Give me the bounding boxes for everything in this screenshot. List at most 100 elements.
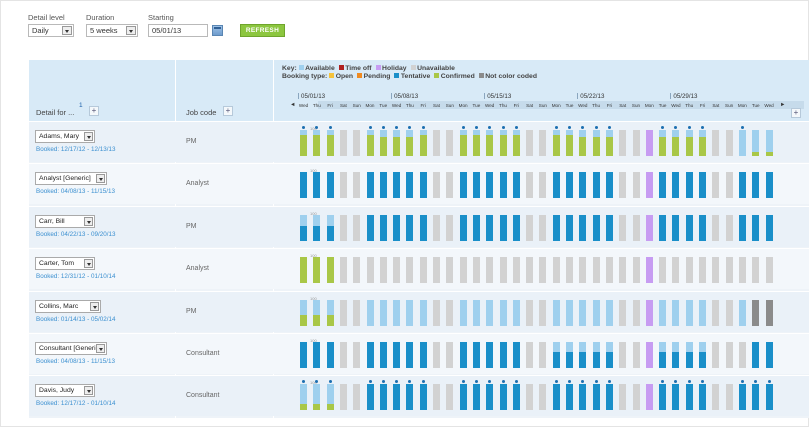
duration-select[interactable]: 5 weeks (86, 24, 138, 37)
booking-bar[interactable] (512, 384, 520, 411)
booking-bar[interactable] (765, 152, 773, 156)
booking-bar[interactable] (672, 172, 680, 199)
capacity-bar[interactable] (725, 257, 733, 284)
booking-bar[interactable] (659, 214, 667, 241)
booking-bar[interactable] (366, 172, 374, 199)
capacity-bar[interactable] (366, 257, 374, 284)
capacity-bar[interactable] (526, 257, 534, 284)
booking-bar[interactable] (393, 384, 401, 411)
resource-name-select[interactable]: Carter, Tom (35, 257, 95, 271)
booking-bar[interactable] (300, 226, 307, 241)
booking-bar[interactable] (393, 342, 401, 368)
booking-bar[interactable] (486, 342, 494, 368)
capacity-bar[interactable] (592, 257, 600, 284)
capacity-bar[interactable] (419, 299, 427, 326)
booking-bar[interactable] (379, 342, 387, 368)
booking-bar[interactable] (486, 172, 494, 199)
capacity-bar[interactable] (725, 299, 733, 326)
booking-bar[interactable] (393, 214, 401, 241)
booking-bar[interactable] (605, 352, 613, 368)
capacity-bar[interactable] (632, 342, 640, 368)
booking-bar[interactable] (512, 214, 520, 241)
capacity-bar[interactable] (619, 172, 627, 199)
booking-bar[interactable] (472, 342, 480, 368)
capacity-bar[interactable] (353, 342, 361, 368)
capacity-bar[interactable] (619, 257, 627, 284)
capacity-bar[interactable] (672, 257, 680, 284)
booking-bar[interactable] (552, 172, 560, 199)
booking-bar[interactable] (512, 172, 520, 199)
booking-bar[interactable] (579, 384, 587, 411)
booking-bar[interactable] (313, 403, 321, 411)
capacity-bar[interactable] (446, 257, 454, 284)
booking-bar[interactable] (459, 342, 467, 368)
booking-bar[interactable] (406, 172, 414, 199)
booking-bar[interactable] (605, 136, 613, 156)
booking-bar[interactable] (566, 352, 573, 368)
capacity-bar[interactable] (539, 257, 547, 284)
capacity-bar[interactable] (752, 299, 760, 326)
capacity-bar[interactable] (579, 257, 587, 284)
capacity-bar[interactable] (605, 257, 613, 284)
capacity-bar[interactable] (725, 342, 733, 368)
booking-bar[interactable] (579, 136, 587, 156)
chevron-down-icon[interactable] (84, 216, 93, 226)
booking-bar[interactable] (313, 226, 321, 241)
capacity-bar[interactable] (433, 299, 440, 326)
capacity-bar[interactable] (632, 130, 640, 156)
capacity-bar[interactable] (645, 384, 653, 411)
capacity-bar[interactable] (339, 342, 347, 368)
capacity-bar[interactable] (659, 257, 667, 284)
booking-bar[interactable] (699, 384, 706, 411)
booked-range-link[interactable]: Booked: 04/08/13 - 11/15/13 (36, 358, 115, 365)
capacity-bar[interactable] (526, 342, 534, 368)
booking-bar[interactable] (672, 352, 680, 368)
booking-bar[interactable] (552, 214, 560, 241)
booking-bar[interactable] (472, 135, 480, 156)
capacity-bar[interactable] (645, 172, 653, 199)
capacity-bar[interactable] (526, 384, 534, 411)
resource-name-select[interactable]: Analyst [Generic] (35, 172, 107, 186)
capacity-bar[interactable] (446, 342, 454, 368)
add-detail-column-button[interactable]: + (89, 106, 99, 116)
capacity-bar[interactable] (419, 257, 427, 284)
refresh-button[interactable]: REFRESH (240, 24, 285, 37)
booking-bar[interactable] (579, 172, 587, 199)
capacity-bar[interactable] (632, 384, 640, 411)
capacity-bar[interactable] (433, 342, 440, 368)
capacity-bar[interactable] (619, 384, 627, 411)
capacity-bar[interactable] (699, 299, 706, 326)
booking-bar[interactable] (685, 214, 693, 241)
booking-bar[interactable] (486, 384, 494, 411)
booking-bar[interactable] (379, 136, 387, 156)
booking-bar[interactable] (685, 384, 693, 411)
capacity-bar[interactable] (512, 299, 520, 326)
booking-bar[interactable] (499, 384, 507, 411)
booked-range-link[interactable]: Booked: 04/08/13 - 11/15/13 (36, 188, 115, 195)
resource-name-select[interactable]: Carr, Bill (35, 214, 95, 228)
booking-bar[interactable] (552, 384, 560, 411)
capacity-bar[interactable] (725, 130, 733, 156)
capacity-bar[interactable] (353, 257, 361, 284)
add-job-code-column-button[interactable]: + (223, 106, 233, 116)
booking-bar[interactable] (699, 172, 706, 199)
booking-bar[interactable] (300, 172, 307, 199)
booking-bar[interactable] (566, 214, 573, 241)
calendar-icon[interactable] (212, 25, 223, 36)
booking-bar[interactable] (672, 136, 680, 156)
capacity-bar[interactable] (339, 299, 347, 326)
capacity-bar[interactable] (672, 299, 680, 326)
add-timeline-column-button[interactable]: + (791, 108, 801, 118)
capacity-bar[interactable] (379, 257, 387, 284)
booking-bar[interactable] (738, 172, 746, 199)
capacity-bar[interactable] (393, 299, 401, 326)
booked-range-link[interactable]: Booked: 12/17/12 - 01/10/14 (36, 400, 115, 407)
booking-bar[interactable] (406, 136, 414, 156)
capacity-bar[interactable] (353, 172, 361, 199)
capacity-bar[interactable] (393, 257, 401, 284)
capacity-bar[interactable] (379, 299, 387, 326)
booking-bar[interactable] (579, 352, 587, 368)
capacity-bar[interactable] (406, 257, 414, 284)
capacity-bar[interactable] (685, 257, 693, 284)
booking-bar[interactable] (472, 384, 480, 411)
